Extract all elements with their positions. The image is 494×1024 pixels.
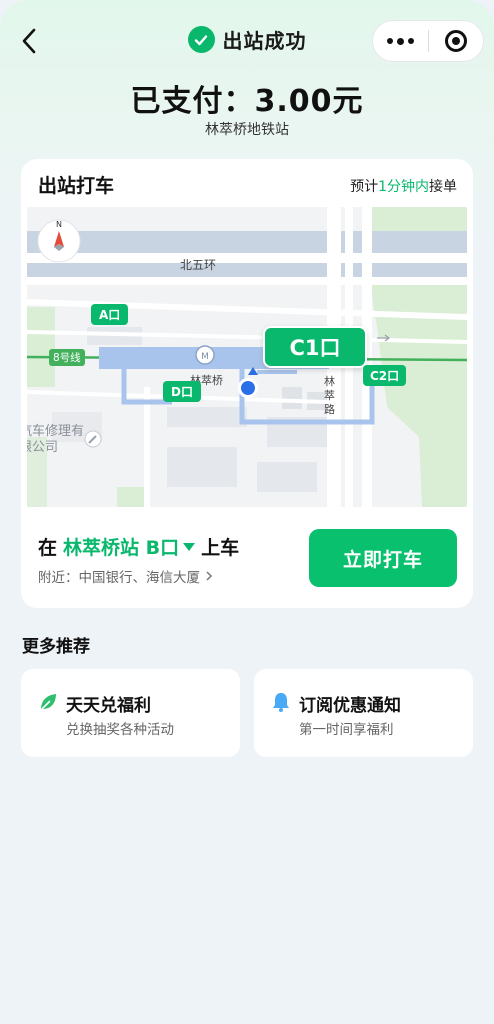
street-label: 林萃路 xyxy=(324,375,335,416)
exit-tag-a[interactable]: A口 xyxy=(91,304,129,325)
pickup-location[interactable]: 在 林萃桥站 B口 上车 xyxy=(38,533,239,560)
page: 出站成功 已支付：3.00元 林萃桥地铁站 出站打车 预计1分钟内接单 N M … xyxy=(0,0,494,1024)
card-title: 出站打车 xyxy=(38,175,115,197)
exit-tag-label: C1口 xyxy=(289,336,341,360)
pickup-suffix: 上车 xyxy=(201,537,240,559)
map-canvas: N M xyxy=(27,207,467,507)
call-taxi-button[interactable]: 立即打车 xyxy=(309,529,457,587)
compass-icon: N xyxy=(37,219,81,263)
recommend-title: 更多推荐 xyxy=(22,637,90,657)
recommend-card-title: 订阅优惠通知 xyxy=(299,696,401,716)
road-label: 北五环 xyxy=(180,258,217,272)
poi-label: 汽车修理有限公司 xyxy=(27,424,85,455)
metro-line-label: 8号线 xyxy=(49,349,85,366)
eta-prefix: 预计 xyxy=(350,179,379,195)
taxi-card: 出站打车 预计1分钟内接单 N M 北五环 8号线 林萃桥 林萃路 车修理有 公… xyxy=(21,159,473,608)
recommend-card-subtitle: 第一时间享福利 xyxy=(299,722,394,738)
exit-tag-label: D口 xyxy=(171,385,193,399)
dot-icon xyxy=(386,38,393,44)
recommend-card-welfare[interactable]: 天天兑福利 兑换抽奖各种活动 xyxy=(21,669,240,757)
page-title: 出站成功 xyxy=(222,29,307,53)
svg-text:M: M xyxy=(201,352,209,362)
paid-amount: 已支付：3.00元 xyxy=(130,84,364,119)
map-view[interactable]: N M 北五环 8号线 林萃桥 林萃路 车修理有 公司 A口 D口 C1口 C2… xyxy=(27,207,467,507)
exit-tag-c1-selected[interactable]: C1口 xyxy=(263,326,367,368)
eta-highlight: 1分钟内 xyxy=(378,179,429,195)
check-circle-icon xyxy=(187,26,215,53)
exit-tag-c2[interactable]: C2口 xyxy=(363,365,407,386)
close-miniprogram-button[interactable] xyxy=(428,20,483,62)
dot-icon xyxy=(396,37,404,45)
miniprogram-capsule xyxy=(372,20,484,62)
recommend-card-title: 天天兑福利 xyxy=(66,696,151,716)
call-taxi-label: 立即打车 xyxy=(342,548,423,571)
station-name: 林萃桥地铁站 xyxy=(205,122,289,138)
eta-text: 预计1分钟内接单 xyxy=(350,176,457,196)
dot-icon xyxy=(407,38,414,44)
leaf-icon xyxy=(40,694,56,711)
exit-tag-label: C2口 xyxy=(370,369,400,383)
pickup-prefix: 在 xyxy=(38,537,58,559)
bell-icon xyxy=(273,693,289,712)
exit-tag-d[interactable]: D口 xyxy=(163,381,201,402)
recommend-card-subscribe[interactable]: 订阅优惠通知 第一时间享福利 xyxy=(254,669,473,757)
exit-tag-label: A口 xyxy=(99,308,121,322)
pickup-station[interactable]: 林萃桥站 B口 xyxy=(63,533,179,560)
top-bar: 出站成功 xyxy=(0,18,494,64)
eta-suffix: 接单 xyxy=(429,179,457,195)
target-icon xyxy=(444,30,467,52)
dropdown-caret-icon[interactable] xyxy=(183,542,196,551)
svg-text:N: N xyxy=(56,220,62,229)
nearby-landmarks[interactable]: 附近：中国银行、海信大厦 xyxy=(38,566,214,586)
more-menu-button[interactable] xyxy=(373,20,428,62)
nearby-text: 附近：中国银行、海信大厦 xyxy=(38,570,200,586)
chevron-right-icon xyxy=(206,571,213,581)
recommend-card-subtitle: 兑换抽奖各种活动 xyxy=(66,722,174,738)
